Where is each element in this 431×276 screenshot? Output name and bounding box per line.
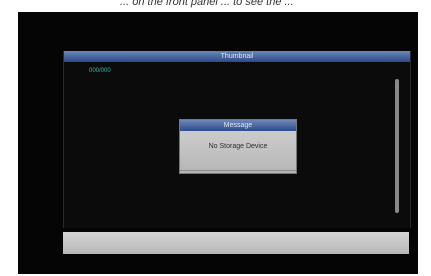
scrollbar[interactable] <box>395 79 399 213</box>
message-dialog: Message No Storage Device <box>179 119 297 174</box>
dialog-message: No Storage Device <box>208 143 268 150</box>
panel-title: Thumbnail <box>64 51 410 62</box>
page-count: 000/000 <box>89 68 111 74</box>
footer-bar <box>63 232 409 254</box>
tv-screen: Thumbnail 000/000 Message No Storage Dev… <box>18 12 418 274</box>
thumbnail-panel: Thumbnail 000/000 Message No Storage Dev… <box>63 51 411 228</box>
top-caption: ... on the front panel ... to see the ..… <box>120 0 294 8</box>
dialog-divider <box>180 170 296 171</box>
dialog-title: Message <box>180 120 296 131</box>
